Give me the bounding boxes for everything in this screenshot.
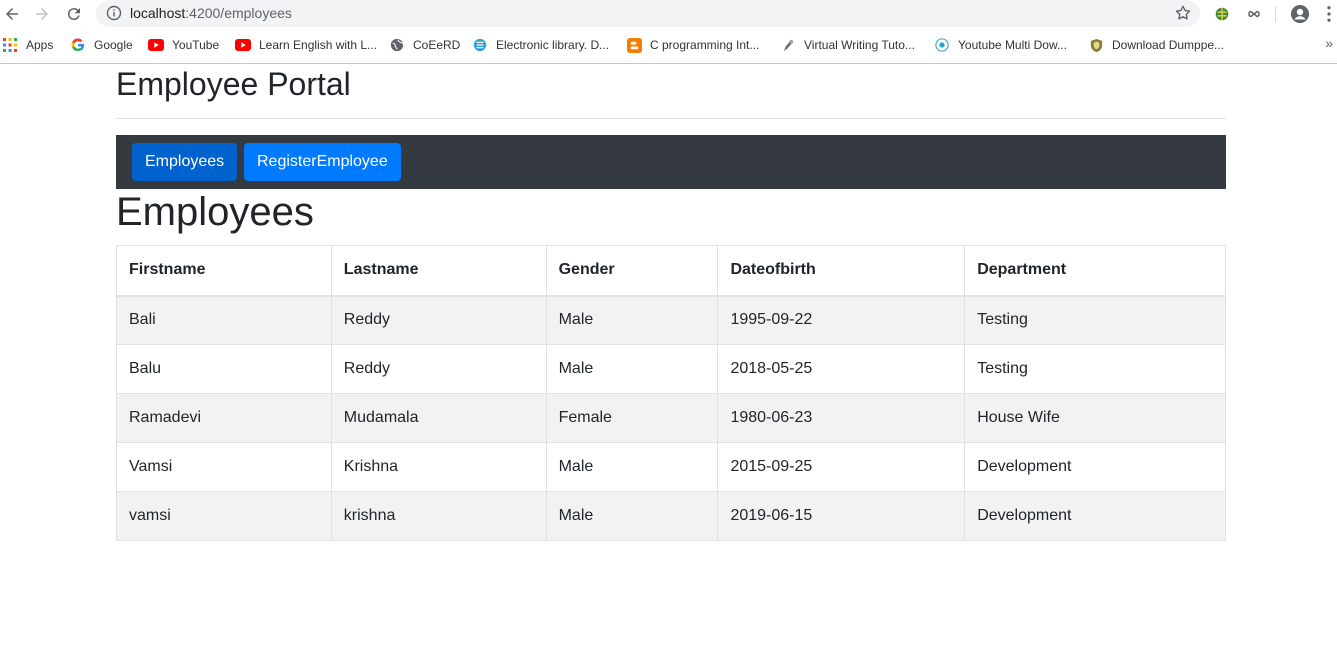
- bookmark-download-dumppe[interactable]: Download Dumppe...: [1088, 33, 1224, 57]
- forward-arrow-icon[interactable]: [30, 2, 54, 26]
- cell-dateofbirth: 2015-09-25: [717, 442, 966, 492]
- bookmark-label: Apps: [26, 38, 54, 52]
- bookmark-coeerd[interactable]: CoEeRD: [389, 33, 460, 57]
- writing-icon: [780, 37, 796, 53]
- browser-toolbar: localhost:4200/employees: [0, 0, 1337, 28]
- bookmark-star-icon[interactable]: [1174, 4, 1192, 22]
- browser-chrome: localhost:4200/employees Apps Google You…: [0, 0, 1337, 64]
- cell-lastname: Reddy: [330, 295, 547, 345]
- info-icon[interactable]: [106, 5, 122, 21]
- table-row: Balu Reddy Male 2018-05-25 Testing: [116, 344, 1226, 394]
- bookmark-youtube-multi-download[interactable]: Youtube Multi Dow...: [934, 33, 1067, 57]
- toolbar-divider: [1275, 6, 1276, 22]
- cell-department: House Wife: [964, 393, 1226, 443]
- bookmark-label: CoEeRD: [413, 38, 461, 52]
- cell-gender: Male: [545, 344, 719, 394]
- url-path: :4200/employees: [185, 5, 292, 21]
- cell-firstname: Bali: [116, 295, 332, 345]
- bookmark-label: Download Dumppe...: [1112, 38, 1225, 52]
- shield-icon: [1088, 37, 1104, 53]
- youtube-icon: [148, 37, 164, 53]
- column-header-department: Department: [964, 245, 1226, 297]
- page-title: Employees: [116, 190, 314, 234]
- bookmark-learn-english[interactable]: Learn English with L...: [235, 33, 377, 57]
- employees-nav-button[interactable]: Employees: [132, 143, 238, 181]
- table-row: Vamsi Krishna Male 2015-09-25 Developmen…: [116, 442, 1226, 492]
- bookmark-google[interactable]: Google: [70, 33, 133, 57]
- apps-grid-icon: [2, 37, 18, 53]
- bookmark-electronic-library[interactable]: Electronic library. D...: [472, 33, 609, 57]
- cell-dateofbirth: 2018-05-25: [717, 344, 966, 394]
- url-host: localhost: [130, 5, 186, 21]
- portal-title: Employee Portal: [116, 66, 351, 102]
- cell-gender: Male: [545, 295, 719, 345]
- bookmark-label: Youtube Multi Dow...: [958, 38, 1067, 52]
- profile-avatar-icon[interactable]: [1290, 4, 1310, 24]
- employees-table: Firstname Lastname Gender Dateofbirth De…: [116, 245, 1226, 541]
- column-header-gender: Gender: [545, 245, 719, 297]
- library-icon: [472, 37, 488, 53]
- cell-department: Testing: [964, 295, 1226, 345]
- cell-department: Development: [964, 442, 1226, 492]
- cell-firstname: vamsi: [116, 491, 332, 541]
- blogger-icon: [626, 37, 642, 53]
- cell-firstname: Vamsi: [116, 442, 332, 492]
- url-text: localhost:4200/employees: [130, 5, 292, 21]
- table-row: Ramadevi Mudamala Female 1980-06-23 Hous…: [116, 393, 1226, 443]
- bookmark-label: Virtual Writing Tuto...: [804, 38, 915, 52]
- cell-dateofbirth: 2019-06-15: [717, 491, 966, 541]
- header-divider: [116, 118, 1226, 119]
- download-icon: [934, 37, 950, 53]
- youtube-icon: [235, 37, 251, 53]
- cell-lastname: Mudamala: [330, 393, 547, 443]
- extension-infinity-icon[interactable]: [1244, 4, 1264, 24]
- globe-icon: [389, 37, 405, 53]
- reload-icon[interactable]: [62, 2, 86, 26]
- bookmark-label: Learn English with L...: [259, 38, 378, 52]
- bookmark-virtual-writing[interactable]: Virtual Writing Tuto...: [780, 33, 915, 57]
- cell-gender: Female: [545, 393, 719, 443]
- back-arrow-icon[interactable]: [0, 2, 24, 26]
- bookmark-label: C programming Int...: [650, 38, 760, 52]
- cell-firstname: Balu: [116, 344, 332, 394]
- navbar: Employees RegisterEmployee: [116, 135, 1226, 189]
- column-header-dateofbirth: Dateofbirth: [717, 245, 966, 297]
- bookmark-apps[interactable]: Apps: [2, 33, 53, 57]
- cell-dateofbirth: 1980-06-23: [717, 393, 966, 443]
- bookmarks-bar: Apps Google YouTube Learn English with L…: [0, 33, 1337, 57]
- google-icon: [70, 37, 86, 53]
- bookmark-youtube[interactable]: YouTube: [148, 33, 219, 57]
- table-header-row: Firstname Lastname Gender Dateofbirth De…: [116, 245, 1226, 297]
- column-header-firstname: Firstname: [116, 245, 332, 297]
- register-employee-nav-button[interactable]: RegisterEmployee: [244, 143, 401, 181]
- cell-gender: Male: [545, 491, 719, 541]
- bookmark-label: Google: [94, 38, 133, 52]
- column-header-lastname: Lastname: [330, 245, 547, 297]
- bookmarks-overflow-chevron-icon[interactable]: »: [1325, 35, 1333, 51]
- cell-department: Testing: [964, 344, 1226, 394]
- cell-firstname: Ramadevi: [116, 393, 332, 443]
- menu-kebab-icon[interactable]: [1322, 4, 1336, 24]
- cell-lastname: krishna: [330, 491, 547, 541]
- extension-globe-icon[interactable]: [1212, 4, 1232, 24]
- bookmark-c-programming[interactable]: C programming Int...: [626, 33, 759, 57]
- bookmark-label: YouTube: [172, 38, 220, 52]
- table-row: vamsi krishna Male 2019-06-15 Developmen…: [116, 491, 1226, 541]
- table-row: Bali Reddy Male 1995-09-22 Testing: [116, 295, 1226, 345]
- cell-lastname: Krishna: [330, 442, 547, 492]
- cell-department: Development: [964, 491, 1226, 541]
- cell-dateofbirth: 1995-09-22: [717, 295, 966, 345]
- cell-lastname: Reddy: [330, 344, 547, 394]
- bookmark-label: Electronic library. D...: [496, 38, 610, 52]
- cell-gender: Male: [545, 442, 719, 492]
- address-bar[interactable]: localhost:4200/employees: [96, 0, 1200, 27]
